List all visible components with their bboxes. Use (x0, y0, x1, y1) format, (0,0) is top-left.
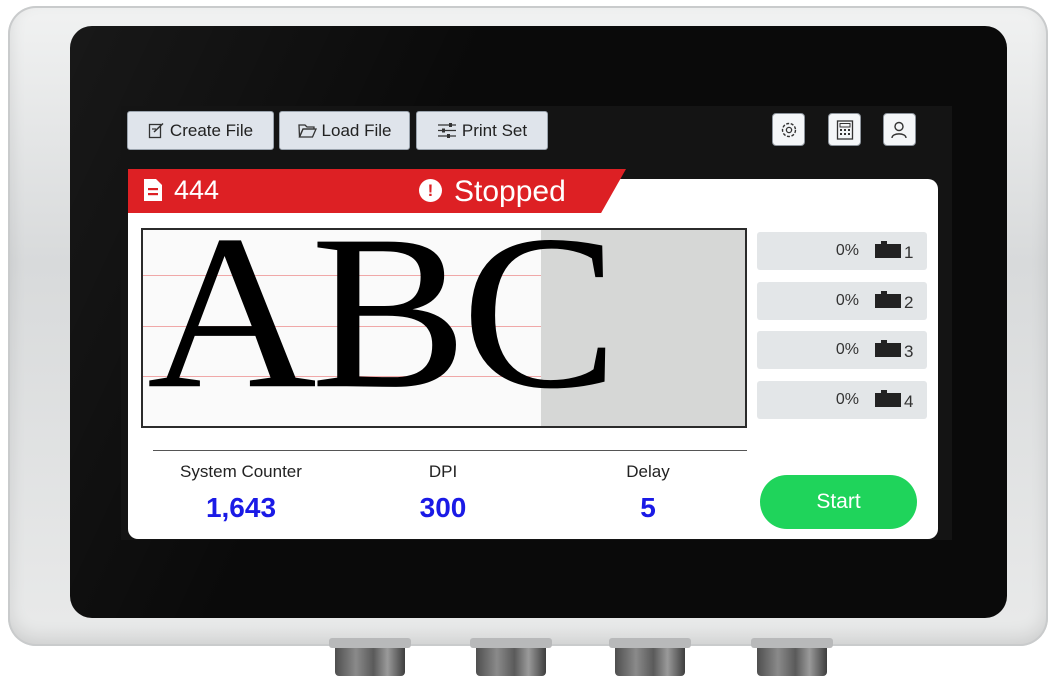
connector-3 (609, 638, 691, 676)
top-toolbar: Create File Load File Print Set (121, 106, 952, 158)
ink-level-3: 0% 3 (757, 331, 927, 369)
delay-value: 5 (640, 492, 656, 523)
load-file-button[interactable]: Load File (279, 111, 410, 150)
ink-percent: 0% (835, 391, 859, 408)
print-set-button[interactable]: Print Set (416, 111, 548, 150)
user-button[interactable] (883, 113, 916, 146)
create-file-button[interactable]: Create File (127, 111, 274, 150)
dpi-value: 300 (419, 492, 467, 523)
delay-label: Delay (626, 462, 670, 481)
ink-level-2: 0% 2 (757, 282, 927, 320)
print-set-label: Print Set (461, 120, 528, 140)
ink-level-1: 0% 1 (757, 232, 927, 270)
status-bar: 444 ! Stopped (128, 169, 626, 213)
create-file-label: Create File (169, 120, 254, 140)
print-preview[interactable]: ABC (141, 228, 747, 428)
ink-cartridge-icon (875, 241, 901, 258)
printer-status: Stopped (454, 175, 566, 208)
system-counter-value: 1,643 (205, 492, 277, 523)
preview-text: ABC (147, 228, 618, 428)
ink-percent: 0% (835, 292, 859, 309)
load-file-label: Load File (321, 120, 392, 140)
calculator-icon (836, 119, 853, 140)
ink-cartridge-icon (875, 291, 901, 308)
current-file-name: 444 (174, 175, 220, 205)
connector-4 (751, 638, 833, 676)
ink-number: 2 (904, 293, 914, 312)
ink-number: 3 (904, 342, 914, 361)
ink-level-4: 0% 4 (757, 381, 927, 419)
document-icon (144, 179, 162, 201)
ink-number: 1 (904, 243, 914, 262)
settings-button[interactable] (772, 113, 805, 146)
ink-percent: 0% (835, 341, 859, 358)
sliders-icon (437, 123, 456, 138)
ink-cartridge-icon (875, 390, 901, 407)
dpi-label: DPI (428, 462, 458, 481)
touch-screen: Create File Load File Print Set 444 ! St… (121, 106, 952, 540)
edit-file-icon (148, 122, 164, 139)
alert-icon: ! (419, 179, 442, 202)
calculator-button[interactable] (828, 113, 861, 146)
folder-open-icon (297, 123, 317, 138)
stats-divider (153, 450, 747, 451)
ink-number: 4 (904, 392, 914, 411)
connector-2 (470, 638, 552, 676)
start-button[interactable]: Start (760, 475, 917, 529)
settings-icon (781, 122, 796, 137)
system-counter-label: System Counter (180, 462, 302, 481)
ink-cartridge-icon (875, 340, 901, 357)
user-icon (890, 121, 907, 138)
ink-percent: 0% (835, 242, 859, 259)
connector-1 (329, 638, 411, 676)
